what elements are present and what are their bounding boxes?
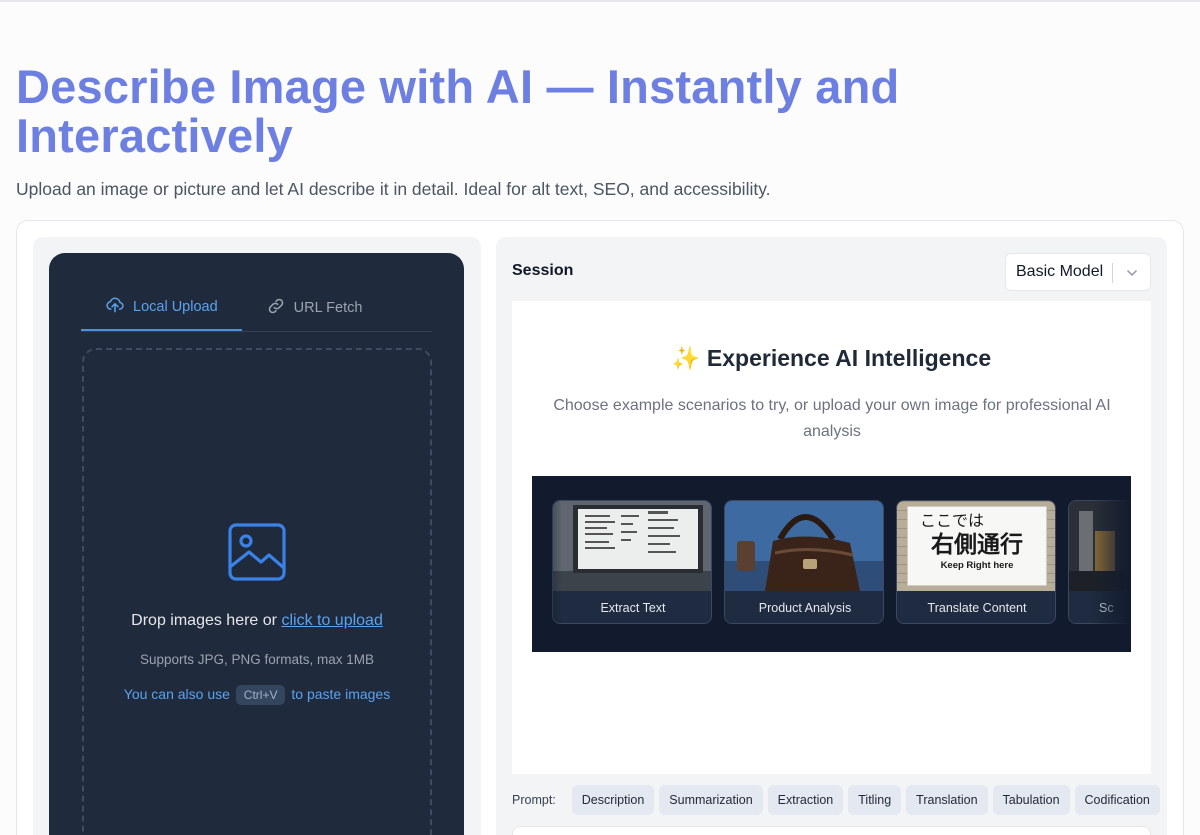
prompt-chip-row: Prompt: Description Summarization Extrac… [512,785,1160,815]
sign-line-2: 右側通行 [931,532,1023,558]
drop-text: Drop images here or [131,612,277,629]
handbag-thumbnail [725,501,883,591]
example-card-label: Extract Text [553,591,711,623]
tab-local-upload[interactable]: Local Upload [81,285,242,331]
experience-title: ✨ Experience AI Intelligence [512,345,1151,372]
top-border [0,0,1200,2]
experience-title-text: Experience AI Intelligence [706,345,992,371]
drop-instructions: Drop images here or click to upload [84,612,430,630]
model-select-value: Basic Model [1016,263,1104,280]
sign-thumbnail: ここでは 右側通行 Keep Right here [897,501,1055,591]
page-subtitle: Upload an image or picture and let AI de… [16,179,771,199]
prompt-chip-translation[interactable]: Translation [906,785,988,815]
upload-tabs: Local Upload URL Fetch [81,285,432,332]
page-title: Describe Image with AI — Instantly and I… [16,60,900,162]
sign-line-1: ここでは [920,511,985,530]
prompt-chip-extraction[interactable]: Extraction [767,785,844,815]
link-icon [266,296,286,320]
click-to-upload-link[interactable]: click to upload [281,612,382,629]
menu-board-thumbnail [553,501,711,591]
session-label: Session [512,262,574,279]
prompt-label: Prompt: [512,793,556,807]
tab-url-fetch-label: URL Fetch [293,300,363,316]
prompt-chip-titling[interactable]: Titling [848,785,902,815]
prompt-chip-tabulation[interactable]: Tabulation [992,785,1070,815]
image-dropzone[interactable]: Drop images here or click to upload Supp… [82,348,432,835]
paste-suffix: to paste images [291,686,391,702]
carousel-fade-right [1091,476,1131,652]
example-card-product-analysis[interactable]: Product Analysis [724,500,884,624]
example-card-translate-content[interactable]: ここでは 右側通行 Keep Right here Translate Cont… [896,500,1056,624]
prompt-chip-codification[interactable]: Codification [1074,785,1160,815]
cloud-upload-icon [105,295,125,319]
examples-carousel[interactable]: Extract Text Product Analysis ここでは 右側通行 … [532,476,1131,652]
supported-formats: Supports JPG, PNG formats, max 1MB [139,652,375,667]
chevron-down-icon [1125,266,1139,280]
example-card-label: Product Analysis [725,591,883,623]
prompt-chip-description[interactable]: Description [571,785,655,815]
paste-prefix: You can also use [123,686,230,702]
example-card-label: Translate Content [897,591,1055,623]
tab-url-fetch[interactable]: URL Fetch [242,285,387,331]
sign-line-3: Keep Right here [940,560,1014,571]
experience-description: Choose example scenarios to try, or uplo… [553,397,1111,440]
tab-local-upload-label: Local Upload [133,299,218,315]
example-card-extract-text[interactable]: Extract Text [552,500,712,624]
select-separator [1112,263,1113,283]
image-icon [227,522,287,582]
paste-shortcut: Ctrl+V [235,685,286,705]
prompt-chip-summarization[interactable]: Summarization [659,785,763,815]
sparkles-icon: ✨ [671,345,701,371]
paste-hint: You can also use Ctrl+V to paste images [84,685,430,705]
prompt-input[interactable] [512,826,1151,835]
carousel-fade-left [532,476,562,652]
model-select[interactable]: Basic Model [1005,253,1151,291]
